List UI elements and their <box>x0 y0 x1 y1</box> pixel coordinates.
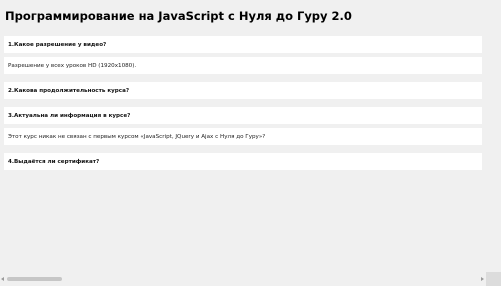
faq-answer-relevance: Этот курс никак не связан с первым курсо… <box>4 128 482 145</box>
faq-answer-resolution: Разрешение у всех уроков HD (1920x1080). <box>4 57 482 74</box>
scrollbar-corner <box>486 272 501 286</box>
page-title: Программирование на JavaScript с Нуля до… <box>5 9 352 23</box>
vertical-scrollbar[interactable] <box>486 0 501 272</box>
horizontal-scrollbar[interactable] <box>0 272 486 286</box>
scroll-left-icon[interactable] <box>1 277 4 281</box>
faq-question-relevance[interactable]: 3.Актуальна ли информация в курсе? <box>4 107 482 124</box>
faq-question-certificate[interactable]: 4.Выдаётся ли сертификат? <box>4 153 482 170</box>
horizontal-scroll-thumb[interactable] <box>7 277 62 281</box>
faq-list: 1.Какое разрешение у видео? Разрешение у… <box>4 36 482 174</box>
faq-question-resolution[interactable]: 1.Какое разрешение у видео? <box>4 36 482 53</box>
faq-question-duration[interactable]: 2.Какова продолжительность курса? <box>4 82 482 99</box>
scroll-right-icon[interactable] <box>481 277 484 281</box>
